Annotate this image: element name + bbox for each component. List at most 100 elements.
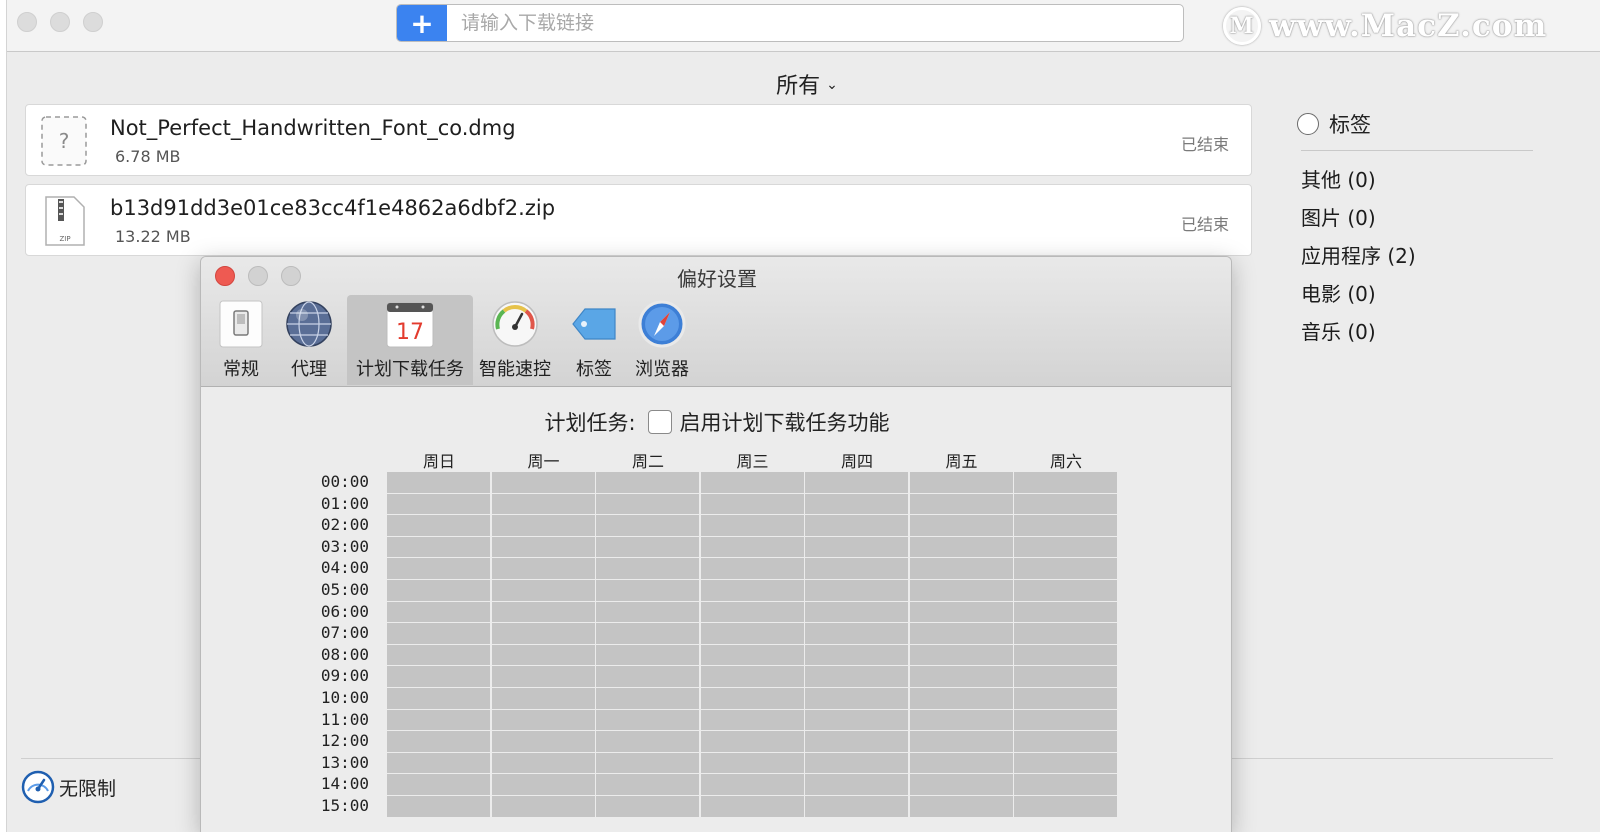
schedule-cell[interactable] [909, 666, 1013, 687]
schedule-cell[interactable] [805, 796, 908, 817]
schedule-cell[interactable] [1014, 774, 1117, 795]
schedule-cell[interactable] [387, 623, 490, 644]
schedule-cell[interactable] [700, 774, 804, 795]
schedule-cell[interactable] [387, 688, 490, 709]
schedule-cell[interactable] [700, 493, 804, 515]
tab-general[interactable]: 常规 [209, 295, 273, 385]
schedule-cell[interactable] [1014, 666, 1117, 687]
schedule-cell[interactable] [387, 493, 490, 515]
schedule-cell[interactable] [387, 558, 490, 579]
tag-header[interactable]: 标签 [1297, 106, 1537, 142]
schedule-cell[interactable] [387, 601, 490, 623]
schedule-cell[interactable] [1014, 688, 1117, 709]
schedule-cell[interactable] [909, 601, 1013, 623]
schedule-cell[interactable] [491, 623, 595, 644]
schedule-cell[interactable] [700, 472, 804, 493]
schedule-cell[interactable] [805, 731, 908, 752]
schedule-cell[interactable] [387, 752, 490, 774]
schedule-cell[interactable] [1014, 752, 1117, 774]
schedule-cell[interactable] [805, 688, 908, 709]
schedule-cell[interactable] [1014, 601, 1117, 623]
schedule-cell[interactable] [491, 774, 595, 795]
schedule-cell[interactable] [596, 515, 699, 536]
schedule-cell[interactable] [805, 472, 908, 493]
schedule-cell[interactable] [596, 472, 699, 493]
schedule-cell[interactable] [909, 623, 1013, 644]
schedule-cell[interactable] [1014, 472, 1117, 493]
schedule-cell[interactable] [1014, 731, 1117, 752]
schedule-enable-control[interactable]: 启用计划下载任务功能 [647, 407, 890, 437]
schedule-cell[interactable] [491, 709, 595, 731]
schedule-cell[interactable] [596, 752, 699, 774]
schedule-cell[interactable] [491, 493, 595, 515]
schedule-cell[interactable] [909, 752, 1013, 774]
schedule-cell[interactable] [387, 472, 490, 493]
schedule-cell[interactable] [387, 644, 490, 666]
schedule-cell[interactable] [491, 515, 595, 536]
schedule-cell[interactable] [1014, 536, 1117, 558]
schedule-cell[interactable] [491, 558, 595, 579]
schedule-cell[interactable] [491, 688, 595, 709]
schedule-cell[interactable] [909, 644, 1013, 666]
minimize-window-button[interactable] [50, 12, 70, 32]
schedule-cell[interactable] [387, 774, 490, 795]
schedule-cell[interactable] [805, 666, 908, 687]
schedule-cell[interactable] [491, 796, 595, 817]
schedule-cell[interactable] [1014, 580, 1117, 601]
schedule-cell[interactable] [700, 580, 804, 601]
schedule-cell[interactable] [700, 709, 804, 731]
schedule-cell[interactable] [491, 752, 595, 774]
schedule-cell[interactable] [909, 515, 1013, 536]
schedule-cell[interactable] [596, 774, 699, 795]
schedule-cell[interactable] [909, 688, 1013, 709]
schedule-cell[interactable] [805, 515, 908, 536]
schedule-cell[interactable] [700, 731, 804, 752]
schedule-cell[interactable] [805, 536, 908, 558]
schedule-cell[interactable] [700, 515, 804, 536]
download-row[interactable]: ZIP b13d91dd3e01ce83cc4f1e4862a6dbf2.zip… [25, 184, 1252, 256]
category-filter-dropdown[interactable]: 所有 ⌄ [747, 68, 867, 100]
schedule-cell[interactable] [909, 493, 1013, 515]
schedule-cell[interactable] [387, 515, 490, 536]
schedule-cell[interactable] [909, 536, 1013, 558]
schedule-cell[interactable] [1014, 796, 1117, 817]
sidebar-item-other[interactable]: 其他 (0) [1297, 161, 1537, 199]
download-row[interactable]: ? Not_Perfect_Handwritten_Font_co.dmg 6.… [25, 104, 1252, 176]
schedule-cell[interactable] [596, 536, 699, 558]
schedule-cell[interactable] [909, 580, 1013, 601]
tab-scheduled-downloads[interactable]: 17 计划下载任务 [347, 295, 473, 385]
speed-limit-control[interactable]: 无限制 [21, 770, 116, 804]
schedule-cell[interactable] [1014, 515, 1117, 536]
schedule-cell[interactable] [387, 709, 490, 731]
schedule-cell[interactable] [596, 580, 699, 601]
schedule-cell[interactable] [700, 601, 804, 623]
schedule-cell[interactable] [491, 536, 595, 558]
sidebar-item-music[interactable]: 音乐 (0) [1297, 313, 1537, 351]
schedule-cell[interactable] [909, 709, 1013, 731]
schedule-cell[interactable] [805, 601, 908, 623]
schedule-cell[interactable] [1014, 623, 1117, 644]
sidebar-item-applications[interactable]: 应用程序 (2) [1297, 237, 1537, 275]
schedule-cell[interactable] [596, 709, 699, 731]
schedule-cell[interactable] [596, 493, 699, 515]
schedule-cell[interactable] [387, 536, 490, 558]
schedule-cell[interactable] [909, 796, 1013, 817]
schedule-enable-checkbox[interactable] [647, 410, 672, 434]
schedule-cell[interactable] [700, 536, 804, 558]
sidebar-item-pictures[interactable]: 图片 (0) [1297, 199, 1537, 237]
schedule-cell[interactable] [596, 666, 699, 687]
schedule-cell[interactable] [805, 623, 908, 644]
tab-smart-speed[interactable]: 智能速控 [475, 295, 555, 385]
schedule-cell[interactable] [596, 796, 699, 817]
schedule-cell[interactable] [805, 774, 908, 795]
schedule-cell[interactable] [387, 666, 490, 687]
schedule-cell[interactable] [700, 666, 804, 687]
schedule-checkbox-label[interactable]: 启用计划下载任务功能 [680, 407, 890, 437]
schedule-cell[interactable] [909, 472, 1013, 493]
tag-radio-icon[interactable] [1297, 113, 1319, 135]
schedule-cell[interactable] [805, 558, 908, 579]
schedule-cell[interactable] [1014, 493, 1117, 515]
schedule-cell[interactable] [491, 666, 595, 687]
schedule-cell[interactable] [491, 731, 595, 752]
schedule-cell[interactable] [596, 623, 699, 644]
